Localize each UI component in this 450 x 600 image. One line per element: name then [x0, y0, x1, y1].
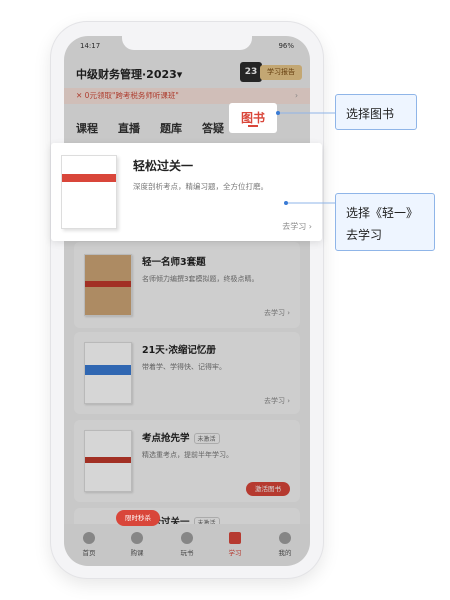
callout-connectors: [278, 112, 335, 204]
callout-text: 选择图书: [346, 107, 395, 121]
callout-text: 去学习: [346, 228, 383, 242]
callout-select-light-one: 选择《轻一》 去学习: [335, 193, 435, 251]
callout-dot: [284, 201, 288, 205]
callout-select-book: 选择图书: [335, 94, 417, 130]
callout-dot: [276, 111, 280, 115]
callout-text: 选择《轻一》: [346, 206, 419, 220]
